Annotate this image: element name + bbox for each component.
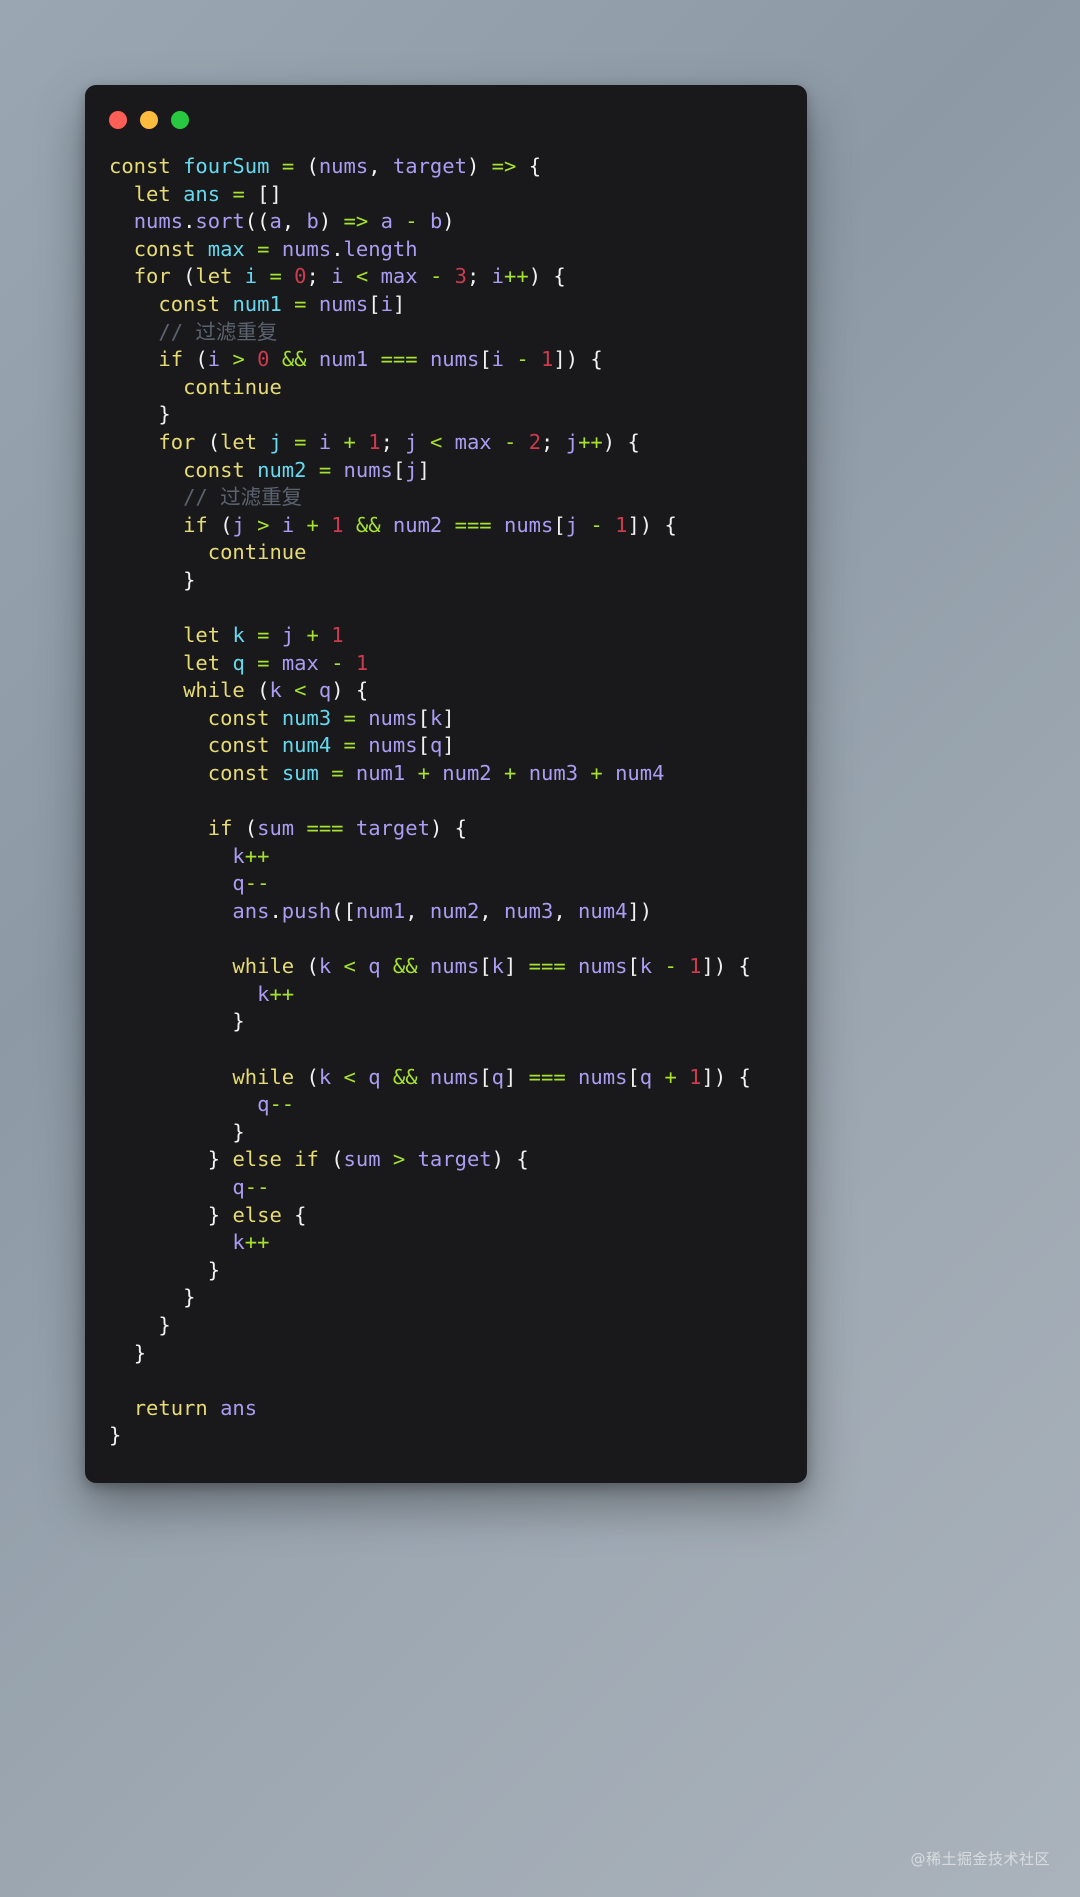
screenshot-root: const fourSum = (nums, target) => { let … (0, 0, 1080, 1897)
traffic-light-buttons (109, 111, 189, 129)
minimize-window-icon[interactable] (140, 111, 158, 129)
code-window: const fourSum = (nums, target) => { let … (85, 85, 807, 1483)
maximize-window-icon[interactable] (171, 111, 189, 129)
code-block[interactable]: const fourSum = (nums, target) => { let … (85, 147, 807, 1460)
code-scroll-area[interactable]: const fourSum = (nums, target) => { let … (85, 147, 807, 1483)
window-titlebar (85, 85, 807, 147)
close-window-icon[interactable] (109, 111, 127, 129)
watermark-label: @稀土掘金技术社区 (910, 1850, 1050, 1868)
